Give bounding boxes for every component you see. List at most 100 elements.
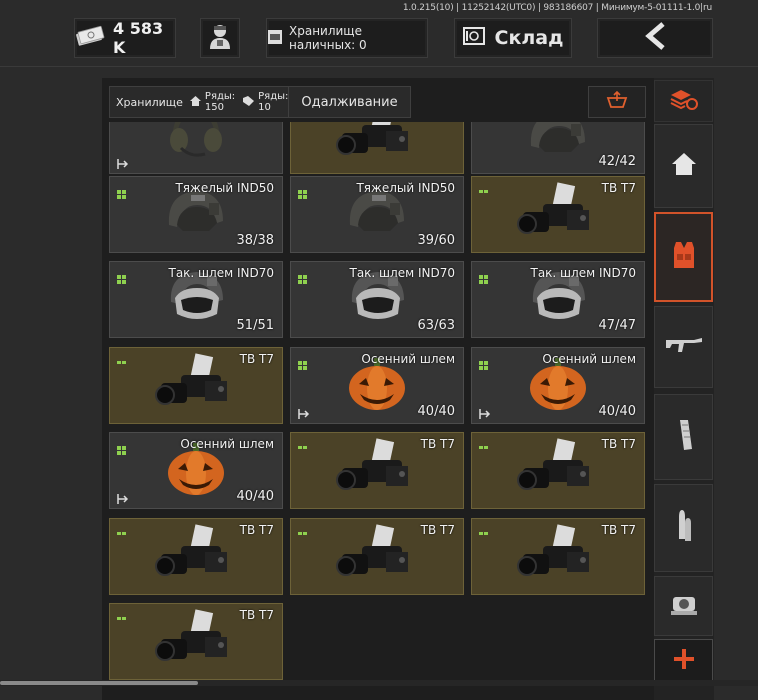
export-arrow-icon <box>298 405 310 419</box>
item-name: Так. шлем IND70 <box>530 266 637 280</box>
storage-tabs: Хранилище Ряды: 150 Ряды: 10 Одалживание <box>109 86 645 118</box>
sidebar-layers-refresh-button[interactable] <box>654 80 713 122</box>
vest-icon <box>672 240 696 274</box>
profile-button[interactable] <box>200 18 240 58</box>
item-name: Так. шлем IND70 <box>349 266 456 280</box>
header-divider <box>0 66 758 67</box>
nvg-icon <box>332 437 422 504</box>
item-name: Тяжелый IND50 <box>356 181 455 195</box>
sidebar-magazine-button[interactable] <box>654 394 713 480</box>
rows-tag-count: Ряды: 10 <box>258 91 289 113</box>
horizontal-scroll-thumb[interactable] <box>0 681 198 685</box>
chevron-left-icon <box>643 22 667 54</box>
item-durability: 38/38 <box>236 233 274 248</box>
tag-icon <box>243 95 255 109</box>
nvg-icon <box>151 523 241 590</box>
nvg-icon <box>151 608 241 675</box>
helmet-icon <box>523 122 593 166</box>
inventory-item-card[interactable]: ТВ Т7 <box>290 432 464 509</box>
warehouse-label: Склад <box>494 27 564 49</box>
sidebar-plus-button[interactable] <box>654 639 713 683</box>
nvg-icon <box>513 181 603 248</box>
inventory-item-card[interactable] <box>109 122 283 174</box>
item-durability: 51/51 <box>236 318 274 333</box>
inventory-item-card[interactable]: Осенний шлем 40/40 <box>109 432 283 509</box>
inventory-item-card[interactable]: Осенний шлем 40/40 <box>471 347 645 424</box>
sort-button[interactable] <box>588 86 646 118</box>
nvg-icon <box>513 523 603 590</box>
inventory-item-card[interactable]: ТВ Т7 <box>471 432 645 509</box>
item-durability: 39/60 <box>417 233 455 248</box>
item-name: Осенний шлем <box>180 437 274 451</box>
item-name: ТВ Т7 <box>601 437 636 451</box>
cash-storage-label: Хранилище наличных: 0 <box>289 24 367 52</box>
version-text: 1.0.215(10) | 11252142(UTC0) | 983186607… <box>402 3 712 13</box>
inventory-item-card[interactable]: Тяжелый IND50 38/38 <box>109 176 283 253</box>
item-durability: 42/42 <box>598 154 636 169</box>
tab-storage[interactable]: Хранилище Ряды: 150 Ряды: 10 <box>109 86 289 118</box>
item-marker-icon <box>479 440 488 449</box>
house-icon <box>189 95 201 109</box>
export-arrow-icon <box>479 405 491 419</box>
inventory-item-card[interactable]: ТВ Т7 <box>109 603 283 680</box>
safe-icon <box>462 26 485 50</box>
item-marker-icon <box>117 355 126 364</box>
tab-lending[interactable]: Одалживание <box>289 86 411 118</box>
inventory-item-card[interactable]: Тяжелый IND50 39/60 <box>290 176 464 253</box>
sidebar-home-button[interactable] <box>654 124 713 208</box>
rifle-icon <box>664 334 704 360</box>
item-marker-icon <box>117 611 126 620</box>
sidebar-sight-button[interactable] <box>654 576 713 636</box>
layers-refresh-icon <box>669 87 699 115</box>
item-name: ТВ Т7 <box>601 523 636 537</box>
inventory-item-card[interactable]: Так. шлем IND70 47/47 <box>471 261 645 338</box>
item-marker-icon <box>298 355 307 370</box>
item-marker-icon <box>298 269 307 284</box>
inventory-item-card[interactable] <box>290 122 464 174</box>
operator-avatar-icon <box>207 22 233 54</box>
headset-icon <box>161 122 231 164</box>
cash-storage-button[interactable]: Хранилище наличных: 0 <box>266 18 428 58</box>
storage-label: Хранилище <box>116 95 183 109</box>
inventory-item-card[interactable]: ТВ Т7 <box>471 176 645 253</box>
item-durability: 40/40 <box>236 489 274 504</box>
item-name: Так. шлем IND70 <box>168 266 275 280</box>
item-marker-icon <box>117 440 126 455</box>
inventory-item-card[interactable]: Так. шлем IND70 51/51 <box>109 261 283 338</box>
item-marker-icon <box>117 184 126 199</box>
inventory-item-card[interactable]: Так. шлем IND70 63/63 <box>290 261 464 338</box>
item-durability: 40/40 <box>417 404 455 419</box>
item-name: ТВ Т7 <box>239 352 274 366</box>
sidebar-rifle-button[interactable] <box>654 306 713 388</box>
export-arrow-icon <box>117 490 129 504</box>
nvg-icon <box>332 122 422 169</box>
sidebar-vest-button[interactable] <box>654 212 713 302</box>
inventory-item-card[interactable]: ТВ Т7 <box>471 518 645 595</box>
item-name: Осенний шлем <box>361 352 455 366</box>
item-name: ТВ Т7 <box>239 523 274 537</box>
rows-house-count: Ряды: 150 <box>204 91 236 113</box>
warehouse-button[interactable]: Склад <box>454 18 572 58</box>
item-marker-icon <box>479 355 488 370</box>
home-icon <box>671 152 697 180</box>
inventory-grid: 42/42 Тяжелый IND50 38/38 Тяжелый IND50 39/6… <box>102 122 652 700</box>
sort-basket-icon <box>606 90 628 113</box>
item-name: ТВ Т7 <box>601 181 636 195</box>
inventory-item-card[interactable]: Осенний шлем 40/40 <box>290 347 464 424</box>
back-button[interactable] <box>597 18 713 58</box>
item-marker-icon <box>298 440 307 449</box>
nvg-icon <box>513 437 603 504</box>
inventory-item-card[interactable]: 42/42 <box>471 122 645 174</box>
inventory-item-card[interactable]: ТВ Т7 <box>290 518 464 595</box>
item-durability: 47/47 <box>598 318 636 333</box>
inventory-item-card[interactable]: ТВ Т7 <box>109 347 283 424</box>
item-name: Осенний шлем <box>542 352 636 366</box>
item-name: ТВ Т7 <box>420 523 455 537</box>
nvg-icon <box>151 352 241 419</box>
cash-stack-icon <box>75 25 105 51</box>
item-durability: 63/63 <box>417 318 455 333</box>
item-marker-icon <box>298 526 307 535</box>
money-display[interactable]: 4 583 K <box>74 18 176 58</box>
sidebar-ammo-button[interactable] <box>654 484 713 572</box>
inventory-item-card[interactable]: ТВ Т7 <box>109 518 283 595</box>
